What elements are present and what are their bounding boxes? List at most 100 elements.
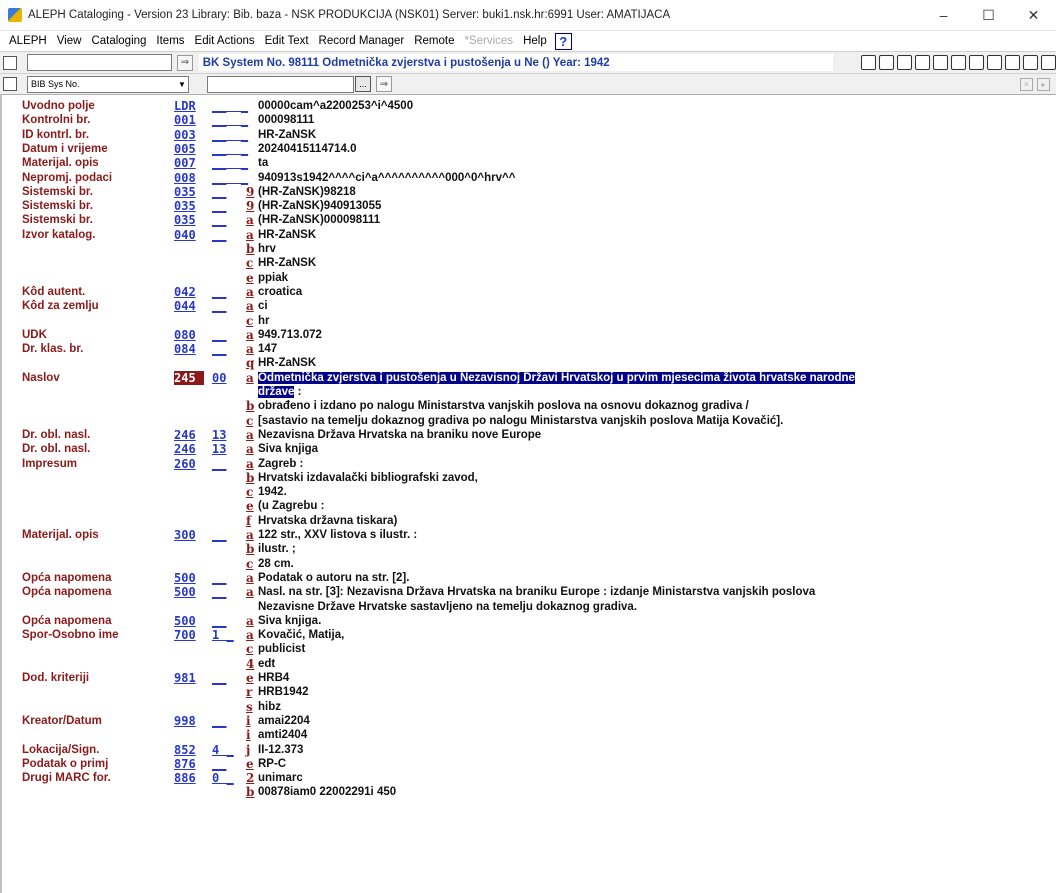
minimize-button[interactable]: – xyxy=(921,0,966,30)
field-indicators[interactable]: __ xyxy=(212,199,246,213)
field-indicators[interactable]: __ xyxy=(212,328,246,342)
field-tag[interactable]: 500 xyxy=(174,614,204,628)
tree-icon[interactable] xyxy=(879,55,895,70)
record-row[interactable]: ID kontrl. br. 003 __ _ HR-ZaNSK xyxy=(2,128,1052,142)
record-row[interactable]: q HR-ZaNSK xyxy=(2,356,1052,370)
subfield-code[interactable]: e xyxy=(246,757,254,771)
field-tag[interactable]: 005 xyxy=(174,142,204,156)
subfield-code[interactable]: c xyxy=(246,485,253,499)
field-indicators[interactable]: __ xyxy=(212,757,246,771)
record-row[interactable]: Kreator/Datum 998 __ i amai2204 xyxy=(2,714,1052,728)
record-row[interactable]: Drugi MARC for. 886 0 _ 2 unimarc xyxy=(2,771,1052,785)
record-row[interactable]: Sistemski br. 035 __ 9 (HR-ZaNSK)940913055 xyxy=(2,199,1052,213)
field-tag[interactable]: 084 xyxy=(174,342,204,356)
field-indicators[interactable]: 4 _ xyxy=(212,743,246,757)
field-value[interactable]: (HR-ZaNSK)98218 xyxy=(258,185,356,199)
field-value[interactable]: HRB1942 xyxy=(258,685,309,699)
menu-edit-actions[interactable]: Edit Actions xyxy=(190,35,260,47)
subfield-code[interactable]: b xyxy=(246,785,254,799)
field-indicators[interactable]: __ _ xyxy=(212,113,248,127)
field-value[interactable]: ilustr. ; xyxy=(258,542,296,556)
list-icon[interactable] xyxy=(915,55,931,70)
record-row[interactable]: b 00878iam0 22002291i 450 xyxy=(2,785,1052,799)
window-toggle-icon[interactable] xyxy=(3,55,17,70)
field-tag[interactable]: 044 xyxy=(174,299,204,313)
subfield-code[interactable]: e xyxy=(246,671,254,685)
record-row[interactable]: r HRB1942 xyxy=(2,685,1052,699)
subfield-code[interactable]: s xyxy=(246,700,253,714)
subfield-code[interactable]: b xyxy=(246,542,254,556)
field-tag[interactable]: 080 xyxy=(174,328,204,342)
record-row[interactable]: Materijal. opis 300 __ a 122 str., XXV listo… xyxy=(2,528,1052,542)
subfield-code[interactable]: 4 xyxy=(246,657,254,671)
pane-close-icon[interactable]: × xyxy=(1020,77,1033,91)
field-tag[interactable]: 300 xyxy=(174,528,204,542)
subfield-code[interactable]: a xyxy=(246,428,254,442)
field-indicators[interactable]: __ xyxy=(212,185,246,199)
field-value[interactable]: 147 xyxy=(258,342,277,356)
field-tag[interactable]: 876 xyxy=(174,757,204,771)
field-value[interactable]: amai2204 xyxy=(258,714,310,728)
help-icon[interactable]: ? xyxy=(554,32,572,50)
browse-button[interactable]: ... xyxy=(355,76,371,92)
menu-items[interactable]: Items xyxy=(151,35,189,47)
field-tag[interactable]: 981 xyxy=(174,671,204,685)
subfield-code[interactable]: 2 xyxy=(246,771,254,785)
field-tag[interactable]: 998 xyxy=(174,714,204,728)
record-row[interactable]: Uvodno polje LDR __ _ 00000cam^a2200253^i^4… xyxy=(2,99,1052,113)
record-row[interactable]: Materijal. opis 007 __ _ ta xyxy=(2,156,1052,170)
menu-record-manager[interactable]: Record Manager xyxy=(314,35,410,47)
field-value[interactable]: Kovačić, Matija, xyxy=(258,628,344,642)
record-row[interactable]: c publicist xyxy=(2,642,1052,656)
selected-text[interactable]: Odmetnička zvjerstva i pustošenja u Neza… xyxy=(258,371,855,384)
record-row[interactable]: Sistemski br. 035 __ 9 (HR-ZaNSK)98218 xyxy=(2,185,1052,199)
field-indicators[interactable]: __ xyxy=(212,671,246,685)
field-indicators[interactable]: __ _ xyxy=(212,171,248,185)
menu-remote[interactable]: Remote xyxy=(409,35,459,47)
field-tag[interactable]: 246 xyxy=(174,442,204,456)
record-row[interactable]: Opća napomena 500 __ a Nasl. na str. [3]: Ne… xyxy=(2,585,1052,599)
field-value[interactable]: edt xyxy=(258,657,275,671)
field-value[interactable]: hibz xyxy=(258,700,281,714)
field-value[interactable]: (HR-ZaNSK)000098111 xyxy=(258,213,380,227)
field-value-tail[interactable]: : xyxy=(294,386,302,398)
subfield-code[interactable]: c xyxy=(246,314,253,328)
menu-services[interactable]: *Services xyxy=(459,35,518,47)
field-value[interactable]: Siva knjiga xyxy=(258,442,318,456)
subfield-code[interactable]: f xyxy=(246,514,251,528)
field-indicators[interactable]: __ xyxy=(212,285,246,299)
record-row[interactable]: Naslov 245 00 a Odmetnička zvjerstva i pusto… xyxy=(2,370,1052,385)
record-row[interactable]: f Hrvatska državna tiskara) xyxy=(2,514,1052,528)
menu-edit-text[interactable]: Edit Text xyxy=(260,35,314,47)
marc-record-editor[interactable]: Uvodno polje LDR __ _ 00000cam^a2200253^i^4… xyxy=(0,94,1056,893)
subfield-code[interactable]: c xyxy=(246,414,253,428)
record-row[interactable]: Nepromj. podaci 008 __ _ 940913s1942^^^^ci^… xyxy=(2,171,1052,185)
field-value[interactable]: 1942. xyxy=(258,485,287,499)
search-value-input[interactable] xyxy=(207,75,354,93)
subfield-code[interactable]: a xyxy=(246,285,254,299)
field-tag[interactable]: 500 xyxy=(174,571,204,585)
record-row[interactable]: Lokacija/Sign. 852 4 _ j II-12.373 xyxy=(2,743,1052,757)
record-row[interactable]: države : xyxy=(2,385,1052,399)
field-value[interactable]: ci xyxy=(258,299,268,313)
split-icon[interactable] xyxy=(969,55,985,70)
field-value[interactable]: 28 cm. xyxy=(258,557,294,571)
go-arrow-icon[interactable]: ⇒ xyxy=(177,54,193,71)
close-button[interactable]: ✕ xyxy=(1011,0,1056,30)
subfield-code[interactable]: a xyxy=(246,371,254,385)
subfield-code[interactable]: i xyxy=(246,728,251,742)
field-indicators[interactable]: __ xyxy=(212,528,246,542)
menu-cataloging[interactable]: Cataloging xyxy=(86,35,151,47)
record-row[interactable]: i amti2404 xyxy=(2,728,1052,742)
maximize-button[interactable]: ☐ xyxy=(966,0,1011,30)
field-indicators[interactable]: __ xyxy=(212,614,246,628)
field-tag[interactable]: 700 xyxy=(174,628,204,642)
field-indicators[interactable]: __ _ xyxy=(212,99,248,113)
menu-view[interactable]: View xyxy=(52,35,87,47)
field-indicators[interactable]: 13 xyxy=(212,428,246,442)
record-row[interactable]: e ppiak xyxy=(2,271,1052,285)
field-tag[interactable]: 035 xyxy=(174,213,204,227)
field-tag[interactable]: 260 xyxy=(174,457,204,471)
record-row[interactable]: c hr xyxy=(2,314,1052,328)
field-value[interactable]: Hrvatski izdavalački bibliografski zavod… xyxy=(258,471,478,485)
